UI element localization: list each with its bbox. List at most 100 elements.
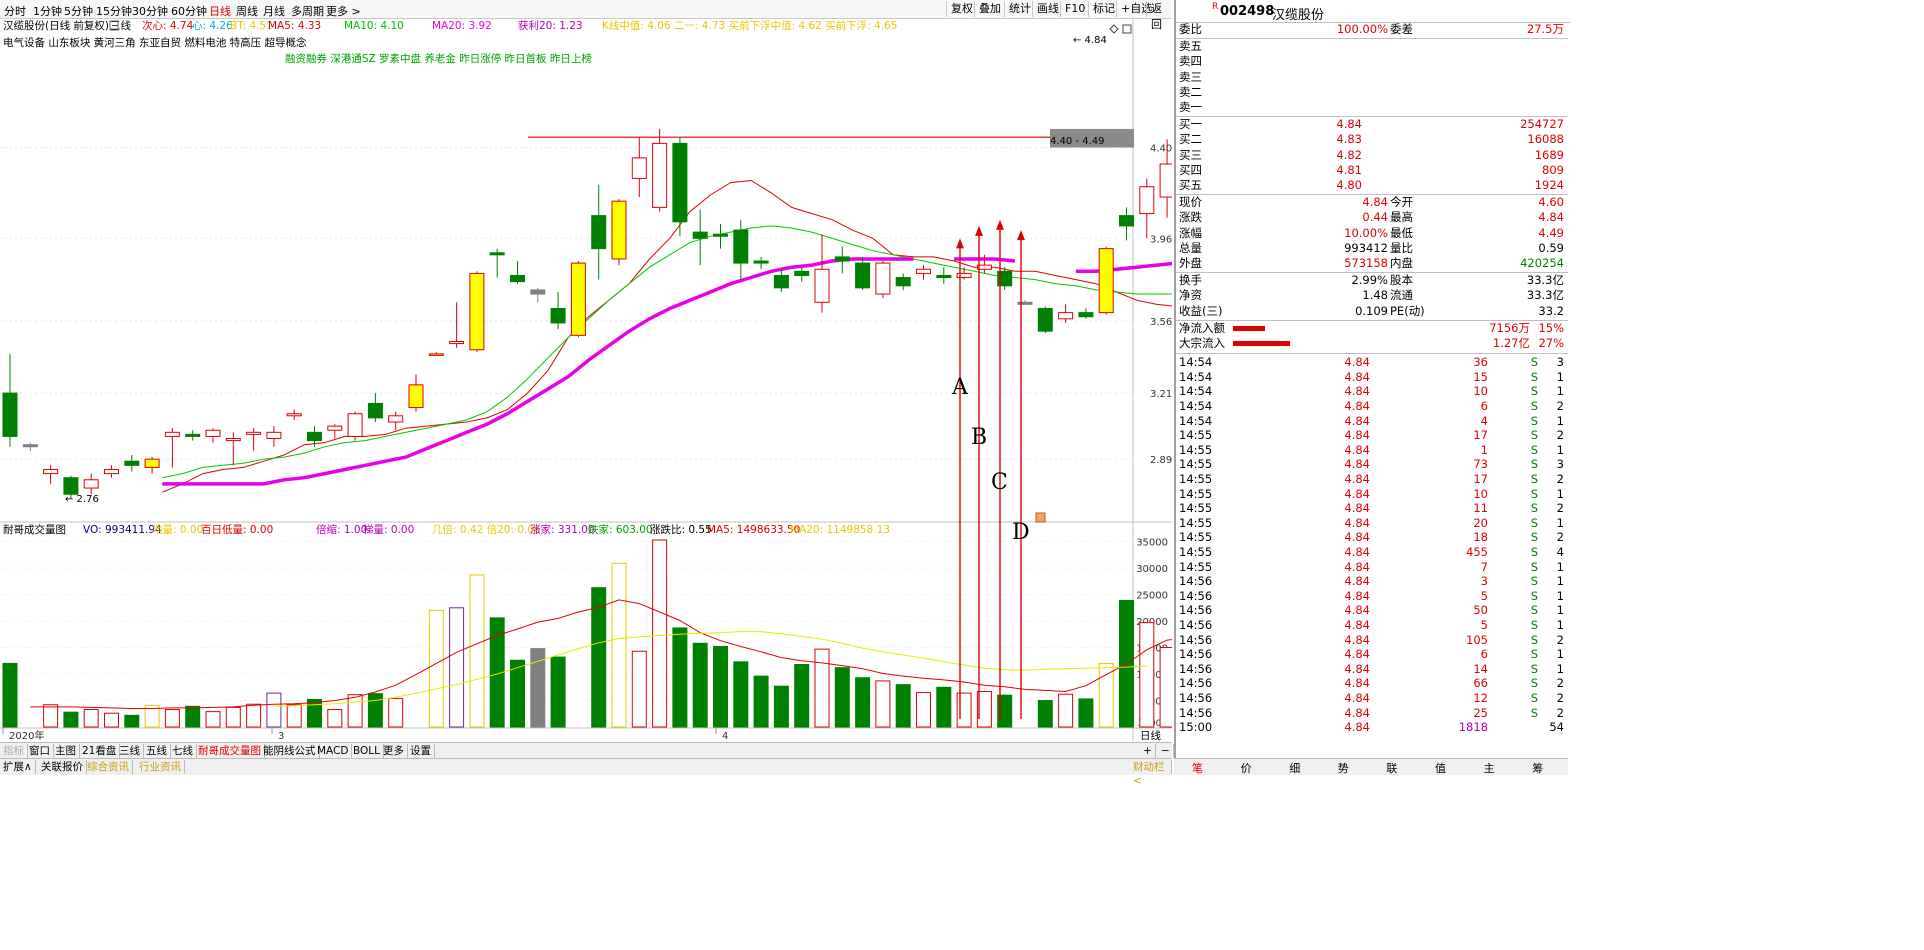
volume-bar — [1078, 698, 1094, 728]
toolbar-button-3[interactable]: 画线 — [1032, 1, 1063, 17]
zoom-in-button[interactable]: + — [1140, 744, 1156, 758]
indicator-tab-9[interactable]: MACD — [314, 744, 353, 758]
period-8[interactable]: 月线 — [263, 3, 285, 19]
extension-tab-2[interactable]: 综合资讯 — [84, 760, 133, 774]
tick-cell: 2 — [1556, 501, 1564, 516]
tick-tab-6[interactable]: 主 — [1484, 760, 1495, 776]
indicator-tab-3[interactable]: 21看盘 — [79, 744, 121, 758]
period-0[interactable]: 分时 — [4, 3, 26, 19]
candle-body — [266, 431, 282, 440]
tick-cell: 4.84 — [1344, 705, 1370, 720]
volume-legend-ma5: MA5: 1498633.50 — [707, 524, 800, 536]
tick-tab-5[interactable]: 值 — [1435, 760, 1446, 776]
tick-row: 14:56 4.84 12 S 2 — [1176, 691, 1568, 706]
indicator-tab-10[interactable]: BOLL — [350, 744, 384, 758]
extension-tab-0[interactable]: 扩展∧ — [0, 760, 36, 774]
ask-label: 卖二 — [1179, 84, 1202, 99]
stock-code: 002498 — [1220, 4, 1275, 19]
tick-tab-2[interactable]: 细 — [1289, 760, 1300, 776]
toolbar-button-2[interactable]: 统计 — [1004, 1, 1035, 17]
volume-legend-zdb: 涨跌比: 0.55 — [650, 523, 712, 536]
indicator-tab-2[interactable]: 主图 — [52, 744, 80, 758]
quote-value2: 4.60 — [1538, 195, 1564, 210]
indicator-tab-8[interactable]: 能阴线公式 — [260, 744, 320, 758]
tick-tab-4[interactable]: 联 — [1386, 760, 1397, 776]
tick-cell: S — [1530, 486, 1538, 501]
period-4[interactable]: 30分钟 — [132, 3, 168, 19]
tick-tab-3[interactable]: 势 — [1338, 760, 1349, 776]
toolbar-button-1[interactable]: 叠加 — [974, 1, 1005, 17]
bid-label: 买一 — [1179, 117, 1202, 132]
tick-cell: S — [1530, 559, 1538, 574]
tick-cell: 2 — [1556, 676, 1564, 691]
tick-cell: S — [1530, 413, 1538, 428]
tick-cell: S — [1530, 603, 1538, 618]
period-3[interactable]: 15分钟 — [96, 3, 132, 19]
period-7[interactable]: 周线 — [236, 3, 258, 19]
flow-pct: 27% — [1538, 336, 1564, 350]
candle-body — [550, 307, 566, 324]
volume-bar — [63, 711, 79, 728]
zoom-out-button[interactable]: − — [1158, 744, 1174, 758]
period-1[interactable]: 1分钟 — [33, 3, 62, 19]
quote-value2: 420254 — [1520, 256, 1564, 270]
candle-body — [611, 200, 627, 260]
tick-tab-0[interactable]: 笔 — [1192, 760, 1203, 776]
weicha-label: 委差 — [1390, 22, 1413, 36]
volume-bar — [672, 627, 688, 728]
candle-body — [144, 458, 160, 468]
candle-body — [63, 477, 79, 495]
volume-bar — [164, 709, 180, 728]
indicator-tab-6[interactable]: 七线 — [169, 744, 197, 758]
extension-tab-3[interactable]: 行业资讯 — [136, 760, 185, 774]
candle-body — [591, 215, 607, 250]
tick-row: 14:56 4.84 25 S 2 — [1176, 706, 1568, 721]
tick-cell: 105 — [1466, 632, 1488, 647]
fundamental-row: 换手 2.99% 股本 33.3亿 — [1176, 273, 1568, 288]
toolbar-button-0[interactable]: 复权 — [946, 1, 977, 17]
tick-cell: 4.84 — [1344, 413, 1370, 428]
candle-body — [22, 444, 38, 448]
toolbar-button-7[interactable]: 返回 — [1146, 1, 1172, 31]
tick-tab-1[interactable]: 价 — [1241, 760, 1252, 776]
legend-misc: K线中值: 4.06 二一: 4.73 买前下浮中值: 4.62 买前下浮: 4… — [602, 19, 897, 32]
toolbar-button-4[interactable]: F10 — [1060, 1, 1089, 17]
candle-body — [753, 260, 769, 264]
restore-icon[interactable] — [1122, 24, 1132, 34]
tick-cell: 14:55 — [1179, 486, 1213, 501]
legend-cixin: 次心: 4.74 — [142, 19, 194, 32]
volume-ma-ma20 — [273, 631, 1147, 707]
period-5[interactable]: 60分钟 — [171, 3, 207, 19]
indicator-tab-12[interactable]: 设置 — [407, 744, 435, 758]
toolbar-button-5[interactable]: 标记 — [1088, 1, 1119, 17]
tick-cell: 14:55 — [1179, 545, 1213, 559]
sidebar-link[interactable]: 财动栏 < — [1130, 760, 1172, 787]
info-marker-icon[interactable] — [1035, 512, 1046, 523]
indicator-tab-4[interactable]: 三线 — [116, 744, 144, 758]
indicator-tab-11[interactable]: 更多 — [380, 744, 408, 758]
indicator-tab-7[interactable]: 耐哥成交量图 — [195, 744, 265, 758]
volume-bar — [713, 645, 728, 728]
period-9[interactable]: 多周期 — [291, 3, 324, 19]
period-10[interactable]: 更多 > — [326, 3, 361, 19]
range-annotation: 4.40 - 4.49 — [1050, 136, 1105, 147]
legend-ma5: MA5: 4.33 — [268, 20, 321, 32]
stock-title-bar: R 002498 汉缆股份 — [1176, 0, 1570, 23]
flow-label: 净流入额 — [1179, 320, 1225, 335]
period-2[interactable]: 5分钟 — [64, 3, 93, 19]
indicator-tab-5[interactable]: 五线 — [143, 744, 171, 758]
period-6[interactable]: 日线 — [209, 3, 231, 19]
kline-chart[interactable]: 4.403.963.563.212.8935000300002500020000… — [0, 19, 1172, 741]
bid-volume: 1689 — [1534, 147, 1564, 162]
indicator-tab-0[interactable]: 指标 — [0, 744, 28, 758]
candle-body — [124, 460, 140, 466]
indicator-tab-1[interactable]: 窗口 — [26, 744, 54, 758]
kline-chart-area[interactable]: 4.403.963.563.212.8935000300002500020000… — [0, 19, 1172, 741]
extension-tab-1[interactable]: 关联报价 — [38, 760, 87, 774]
extension-tabs: 扩展∧ 关联报价 综合资讯 行业资讯 财动栏 < — [0, 758, 1172, 787]
tick-cell: 3 — [1480, 574, 1488, 589]
tick-tab-7[interactable]: 筹 — [1532, 760, 1543, 776]
tick-cell: 18 — [1473, 530, 1488, 545]
diamond-icon[interactable] — [1109, 24, 1119, 34]
tick-cell: 15 — [1473, 369, 1488, 384]
